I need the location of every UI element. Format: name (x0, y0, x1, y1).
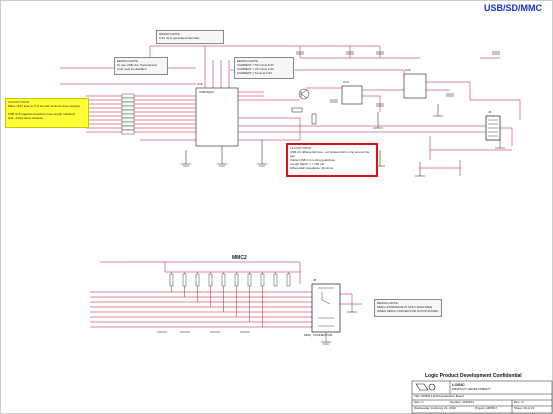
design-note-mmc: DESIGN NOTE: MMC2 INTERFACE IS ONLY AVAI… (374, 299, 442, 317)
part-ref-j8: J8 (313, 278, 317, 282)
layout-note-red: LAYOUT NOTE: USB 2.0 differential lines … (286, 143, 378, 177)
mmc-section-label: MMC2 (232, 255, 247, 261)
note-line: with ~4.5ps skew variance (8, 116, 44, 120)
note-line: LCD must be disabled (117, 67, 147, 71)
confidential-banner: Logic Product Development Confidential (425, 373, 522, 379)
top-decoupling-caps (296, 51, 500, 55)
document-title: Title: AM3517 EVM Application Board (414, 394, 464, 398)
part-ref-u18: U18 (197, 82, 203, 86)
usb-phy-right-pins (238, 91, 480, 141)
note-line: USB 2.0 differential lines - terminated … (290, 150, 370, 158)
sheet-field: Sheet: 16 of 24 (514, 406, 535, 410)
part-desc-u18: USB3320C (199, 90, 215, 94)
note-line: WHEN MMC2 CONNECTOR IS POPULATED (377, 309, 439, 313)
design-note-left: DESIGN NOTE: To use USB, the Transmissio… (114, 57, 168, 75)
sheet-title: USB/SD/MMC (484, 3, 542, 13)
part-desc-j8: MMC_CONNECTOR (304, 333, 333, 337)
mmc-pullup-wires (165, 271, 300, 274)
size-field: Size: C (414, 400, 424, 404)
note-line: CURRENT = 5 mA at 3.3V (237, 71, 273, 75)
mmc-connector-contacts (318, 287, 334, 327)
usb-phy-chip (195, 87, 239, 147)
design-note-right: DESIGN NOTE: CURRENT = 50 mA at 3.3V CUR… (234, 57, 294, 79)
vbus-switch-transistor (298, 88, 310, 100)
schematic-sheet: USB/SD/MMC MMC2 DESIGN NOTE: 3.3V IO is … (0, 0, 553, 414)
part-ref-u19: U19 (343, 80, 349, 84)
company-subname: PRODUCT DEVELOPMENT (452, 387, 491, 391)
power-switch-chip (403, 73, 427, 99)
usb-connector-pins (488, 119, 498, 137)
mmc-signal-lines (90, 286, 312, 328)
ferrite-bead (291, 107, 317, 125)
rev-field: Rev.: A (514, 400, 524, 404)
note-line: 3.3V IO is generated internally (159, 36, 200, 40)
logic-logo (415, 383, 436, 391)
usb-connector-wiring (420, 125, 513, 176)
mmc-pullup-resistors (169, 273, 291, 287)
date-field: Wednesday, February 24, 2010 (414, 406, 456, 410)
note-line: Differential Impedance: 90 ohms (290, 166, 334, 170)
part-ref-u20: U20 (405, 68, 411, 72)
layout-note-yellow: LAYOUT NOTE: Place ULPI lines to 5 to 10… (5, 98, 89, 128)
number-field: Number: 1016191 (450, 400, 475, 404)
series-resistors (121, 93, 135, 135)
mmc-connector (311, 283, 341, 333)
regulator-chip (341, 85, 363, 105)
project-field: Project: AM3517 (475, 406, 498, 410)
design-note-top: DESIGN NOTE: 3.3V IO is generated intern… (156, 30, 224, 44)
part-ref-j6: J6 (488, 110, 492, 114)
note-line: Place ULPI lines to 5 to 10 and minimize… (8, 104, 80, 108)
